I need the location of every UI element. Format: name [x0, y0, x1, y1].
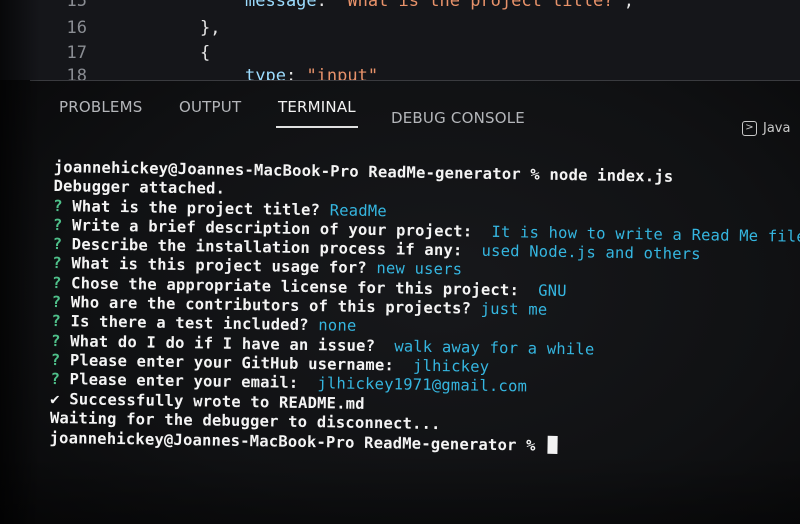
code-text: }, [200, 18, 221, 38]
answer: GNU [528, 281, 567, 300]
answer: used Node.js and others [471, 241, 701, 264]
code-text: message: "What is the project title?", [245, 0, 634, 13]
panel-divider[interactable] [30, 80, 800, 81]
screen: 15 message: "What is the project title?"… [0, 0, 800, 524]
code-string: "What is the project title?" [337, 0, 624, 11]
answer: none [318, 316, 357, 336]
line-number: 15 [66, 0, 87, 11]
tab-output[interactable]: OUTPUT [179, 98, 241, 116]
checkmark-icon: ✔ [50, 389, 60, 408]
terminal-selector[interactable]: > Java [742, 118, 790, 138]
tab-problems[interactable]: PROBLEMS [59, 98, 142, 116]
line-number: 17 [66, 43, 87, 63]
answer: new users [376, 259, 463, 279]
question-mark: ? [52, 215, 63, 235]
question-mark: ? [50, 370, 61, 389]
answer: jlhickey1971@gmail.com [307, 374, 528, 396]
terminal-command: node index.js [549, 165, 674, 186]
answer: just me [480, 299, 548, 319]
answer: ReadMe [329, 200, 388, 220]
answer: jlhickey [403, 356, 490, 376]
code-editor[interactable]: 15 message: "What is the project title?"… [0, 0, 800, 80]
code-colon: : [316, 0, 338, 11]
question: Please enter your email: [69, 370, 299, 393]
code-string: "input" [306, 66, 379, 80]
code-key: type [245, 66, 286, 80]
line-number: 18 [66, 66, 87, 80]
question-mark: ? [53, 196, 63, 215]
code-trail: , [623, 0, 634, 11]
terminal-icon: > [742, 120, 757, 136]
question-mark: ? [51, 293, 62, 312]
question-mark: ? [50, 331, 61, 350]
answer: walk away for a while [384, 336, 595, 359]
code-text: type: "input" [245, 64, 378, 80]
code-key: message [245, 0, 317, 11]
active-tab-indicator [276, 126, 358, 128]
line-number: 16 [66, 18, 87, 38]
question-mark: ? [51, 312, 62, 331]
question: Is there a test included? [70, 312, 309, 335]
tab-debug-console[interactable]: DEBUG CONSOLE [391, 109, 525, 127]
code-text: { [200, 43, 211, 63]
tab-terminal[interactable]: TERMINAL [278, 98, 356, 116]
terminal-output[interactable]: joannehickey@Joannes-MacBook-Pro ReadMe-… [49, 158, 800, 459]
terminal-selector-label: Java [763, 120, 791, 136]
bottom-panel: PROBLEMS OUTPUT TERMINAL DEBUG CONSOLE >… [0, 80, 800, 524]
question-mark: ? [52, 235, 63, 254]
code-colon: : [285, 66, 307, 80]
question: What is the project title? [72, 196, 321, 219]
question-mark: ? [50, 350, 61, 370]
terminal-cursor[interactable] [547, 435, 558, 455]
question-mark: ? [52, 254, 63, 273]
question-mark: ? [51, 273, 62, 292]
